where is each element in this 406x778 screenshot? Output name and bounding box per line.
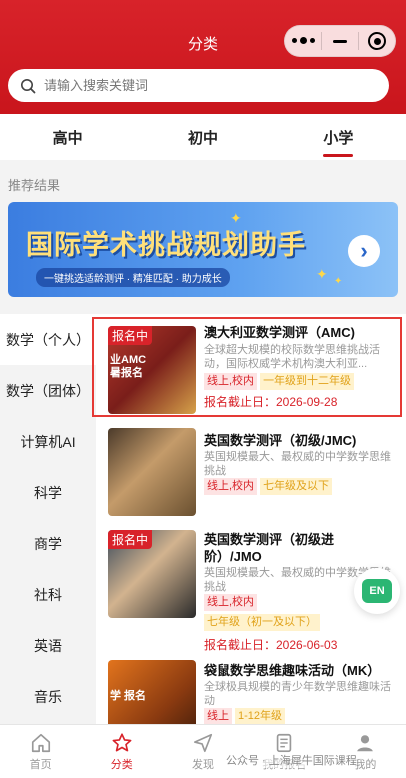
bottom-nav: 首页 分类 发现 我的报名 我的 [0, 724, 406, 778]
sparkle-icon: ✦ [334, 276, 343, 287]
search-input[interactable] [44, 78, 344, 93]
search-icon [21, 78, 36, 93]
star-icon [112, 732, 132, 751]
sidebar-item-math-individual[interactable]: 数学（个人） [0, 314, 96, 365]
status-badge: 报名中 [108, 326, 153, 345]
tag-grade: 七年级（初一及以下） [204, 614, 320, 631]
tag-format: 线上,校内 [204, 594, 258, 611]
competition-title: 英国数学测评（初级/JMC) [204, 433, 357, 448]
sidebar-item-computer-ai[interactable]: 计算机AI [0, 416, 96, 467]
list-item[interactable]: 英国数学测评（初级/JMC) 英国规模最大、最权威的中学数学思维挑战 线上,校内… [96, 418, 406, 522]
en-chat-icon: EN [362, 579, 392, 603]
banner-title: 国际学术挑战规划助手 [26, 230, 306, 261]
minimize-icon [333, 39, 347, 43]
list-icon [276, 733, 292, 752]
list-item[interactable]: 报名中 业AMC 暑报名 澳大利亚数学测评（AMC) 全球超大规模的校际数学思维… [96, 314, 406, 418]
thumbnail-text: 学 报名 [110, 690, 147, 702]
sidebar-item-science[interactable]: 科学 [0, 467, 96, 518]
list-item[interactable]: 学 报名 袋鼠数学思维趣味活动（MK） 全球极具规模的青少年数学思维趣味活动 线… [96, 650, 406, 724]
tab-middle-school[interactable]: 初中 [135, 114, 270, 160]
header: 分类 [0, 0, 406, 114]
competition-title: 英国数学测评（初级进阶）/JMO [204, 532, 335, 564]
mini-program-capsule [284, 25, 396, 57]
competition-thumbnail: 报名中 [108, 530, 196, 618]
sidebar-item-social-science[interactable]: 社科 [0, 569, 96, 620]
tag-group: 线上,校内 一年级到十二年级 [204, 373, 404, 390]
thumbnail-text: 业AMC 暑报名 [110, 354, 147, 379]
tag-group: 线上,校内 七年级及以下 [204, 478, 404, 495]
tag-format: 线上 [204, 708, 232, 724]
competition-list: 报名中 业AMC 暑报名 澳大利亚数学测评（AMC) 全球超大规模的校际数学思维… [96, 314, 406, 724]
competition-thumbnail: 报名中 业AMC 暑报名 [108, 326, 196, 414]
competition-desc: 英国规模最大、最权威的中学数学思维挑战 [204, 451, 391, 477]
search-bar[interactable] [8, 69, 389, 102]
deadline: 报名截止日：2026-09-28 [204, 395, 338, 409]
promo-banner[interactable]: ✦ ✦ ✦ 国际学术挑战规划助手 一键挑选适龄测评 · 精准匹配 · 助力成长 … [8, 202, 398, 297]
sidebar-item-english[interactable]: 英语 [0, 620, 96, 671]
category-sidebar: 数学（个人） 数学（团体） 计算机AI 科学 商学 社科 英语 音乐 [0, 314, 96, 724]
banner-subtitle: 一键挑选适龄测评 · 精准匹配 · 助力成长 [36, 268, 230, 287]
nav-home[interactable]: 首页 [0, 725, 81, 778]
minimize-button[interactable] [322, 26, 358, 56]
competition-thumbnail [108, 428, 196, 516]
recommend-label: 推荐结果 [8, 178, 61, 193]
close-target-icon [368, 32, 386, 50]
nav-category[interactable]: 分类 [81, 725, 162, 778]
sidebar-item-math-team[interactable]: 数学（团体） [0, 365, 96, 416]
watermark: 公众号 · 上海犀牛国际课程 [226, 752, 357, 768]
more-button[interactable] [285, 26, 321, 56]
tag-format: 线上,校内 [204, 478, 258, 495]
level-tabs: 高中 初中 小学 [0, 114, 406, 160]
tag-format: 线上,校内 [204, 373, 258, 390]
competition-thumbnail: 学 报名 [108, 660, 196, 724]
competition-title: 袋鼠数学思维趣味活动（MK） [204, 663, 381, 678]
close-button[interactable] [359, 26, 395, 56]
more-dots-icon [291, 37, 315, 44]
tag-grade: 1-12年级 [235, 708, 286, 724]
chevron-right-icon[interactable]: › [348, 235, 380, 267]
nav-label: 首页 [29, 758, 52, 771]
user-icon [357, 734, 374, 751]
sidebar-item-music[interactable]: 音乐 [0, 671, 96, 722]
nav-label: 我的 [354, 758, 377, 771]
tag-group: 线上 1-12年级 [204, 708, 404, 724]
send-icon [193, 733, 213, 752]
tag-grade: 一年级到十二年级 [260, 373, 355, 390]
home-icon [31, 733, 50, 752]
tag-group: 线上,校内 七年级（初一及以下） [204, 594, 364, 631]
nav-label: 分类 [110, 758, 133, 771]
competition-desc: 全球极具规模的青少年数学思维趣味活动 [204, 681, 391, 707]
status-badge: 报名中 [108, 530, 153, 549]
tag-grade: 七年级及以下 [260, 478, 333, 495]
nav-label: 发现 [192, 758, 214, 771]
competition-desc: 全球超大规模的校际数学思维挑战活动，国际权威学术机构澳大利亚... [204, 344, 380, 370]
competition-title: 澳大利亚数学测评（AMC) [204, 325, 355, 340]
tab-high-school[interactable]: 高中 [0, 114, 135, 160]
sparkle-icon: ✦ [316, 266, 328, 282]
tab-primary-school[interactable]: 小学 [271, 114, 406, 160]
language-toggle-button[interactable]: EN [354, 568, 400, 614]
sidebar-item-business[interactable]: 商学 [0, 518, 96, 569]
